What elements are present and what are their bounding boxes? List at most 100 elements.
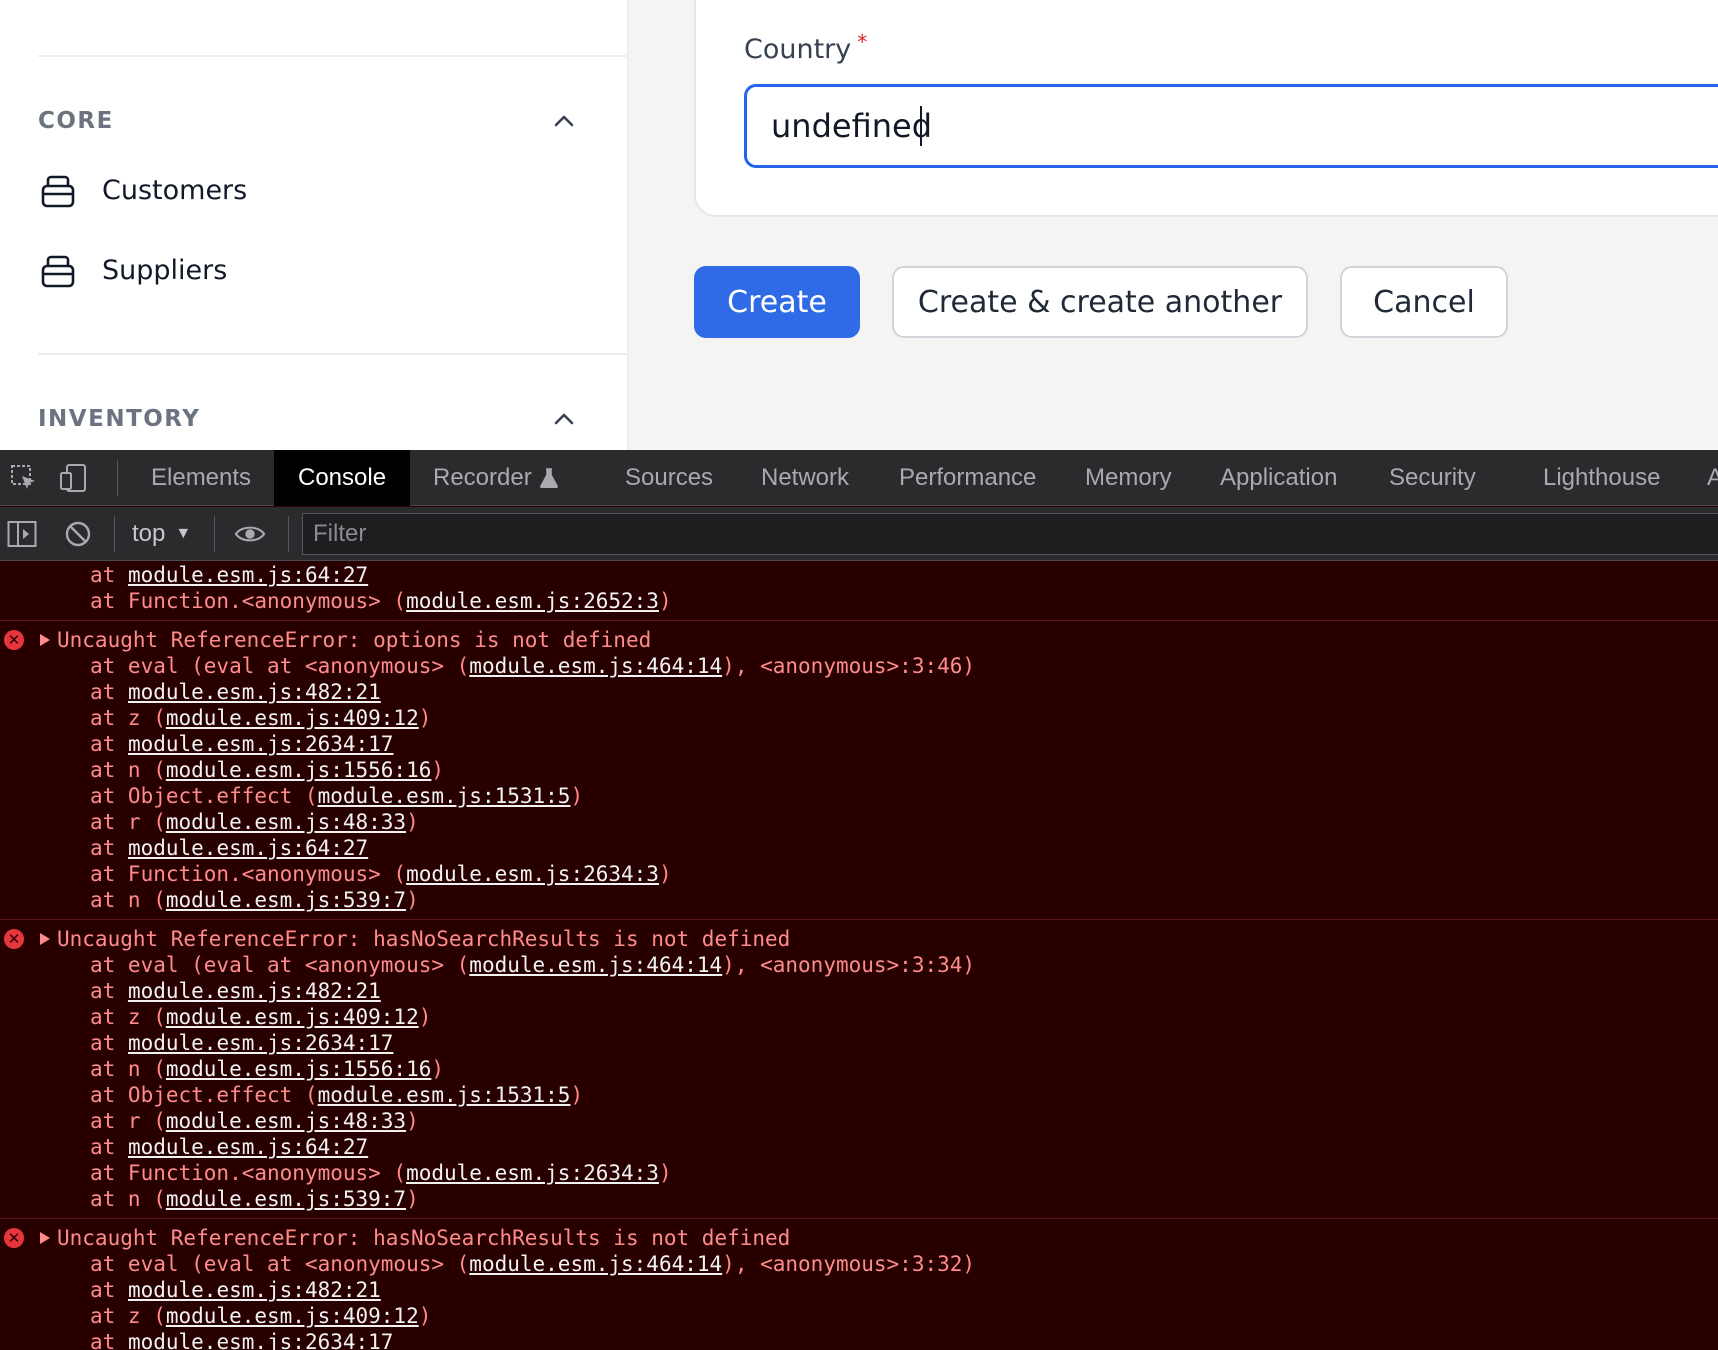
country-input[interactable] [744,84,1718,168]
console-error-entry: ✕ Uncaught ReferenceError: hasNoSearchRes… [0,920,1718,1219]
tab-console[interactable]: Console [274,450,411,506]
cancel-button[interactable]: Cancel [1340,266,1508,338]
stack-frame-text: at [90,836,128,860]
field-label-text: Country [744,34,852,65]
stack-frame: at n (module.esm.js:1556:16) [0,757,1718,783]
source-link[interactable]: module.esm.js:409:12 [166,1005,419,1029]
stack-frame: at module.esm.js:64:27 [0,562,1718,588]
stack-frame: at n (module.esm.js:539:7) [0,887,1718,913]
tab-recorder[interactable]: Recorder [433,450,558,506]
tab-application[interactable]: Application [1220,450,1337,506]
expand-triangle-icon[interactable] [40,1232,50,1244]
source-link[interactable]: module.esm.js:2652:3 [406,589,659,613]
source-link[interactable]: module.esm.js:2634:17 [128,732,394,756]
sidebar-group-core-header[interactable]: CORE [38,101,578,141]
stack-frame-text: ) [658,862,672,886]
stack-frame-text: ) [406,810,419,834]
clear-console-icon[interactable] [62,518,94,550]
tab-network[interactable]: Network [761,450,849,506]
source-link[interactable]: module.esm.js:64:27 [128,1135,368,1159]
stack-frame: at Function.<anonymous> (module.esm.js:2… [0,588,1718,614]
stack-frame-text: at n ( [90,1187,166,1211]
source-link[interactable]: module.esm.js:464:14 [469,953,722,977]
stack-frame-text: at eval (eval at <anonymous> ( [90,654,470,678]
source-link[interactable]: module.esm.js:48:33 [166,1109,406,1133]
source-link[interactable]: module.esm.js:2634:3 [406,862,659,886]
expand-triangle-icon[interactable] [40,634,50,646]
stack-frame-text: ) [418,706,432,730]
sidebar-item-label: Suppliers [102,254,228,286]
source-link[interactable]: module.esm.js:409:12 [166,706,419,730]
stack-frame-text: at Object.effect ( [90,1083,318,1107]
source-link[interactable]: module.esm.js:409:12 [166,1304,419,1328]
source-link[interactable]: module.esm.js:1531:5 [318,1083,571,1107]
stack-frame: at Object.effect (module.esm.js:1531:5) [0,783,1718,809]
source-link[interactable]: module.esm.js:64:27 [128,836,368,860]
source-link[interactable]: module.esm.js:1531:5 [318,784,571,808]
console-output: at module.esm.js:64:27 at Function.<anony… [0,562,1718,1350]
chevron-up-icon[interactable] [550,107,578,135]
error-icon: ✕ [4,1228,24,1248]
source-link[interactable]: module.esm.js:64:27 [128,563,368,587]
error-message[interactable]: Uncaught ReferenceError: options is not … [0,627,1718,653]
source-link[interactable]: module.esm.js:482:21 [128,979,381,1003]
stack-frame-text: at [90,1330,128,1350]
sidebar-group-title: INVENTORY [38,406,201,432]
tab-lighthouse[interactable]: Lighthouse [1543,450,1660,506]
stack-frame-text: ) [406,888,419,912]
error-message[interactable]: Uncaught ReferenceError: hasNoSearchResu… [0,926,1718,952]
sidebar-item-customers[interactable]: Customers [38,162,578,218]
context-selector-value: top [132,520,166,547]
expand-triangle-icon[interactable] [40,933,50,945]
toolbar-divider [114,516,115,552]
source-link[interactable]: module.esm.js:48:33 [166,810,406,834]
source-link[interactable]: module.esm.js:2634:17 [128,1330,394,1350]
sidebar-item-suppliers[interactable]: Suppliers [38,242,578,298]
source-link[interactable]: module.esm.js:539:7 [166,1187,406,1211]
stack-frame-text: at [90,563,128,587]
inspect-element-icon[interactable] [8,462,40,494]
source-link[interactable]: module.esm.js:2634:17 [128,1031,394,1055]
source-link[interactable]: module.esm.js:1556:16 [166,1057,432,1081]
source-link[interactable]: module.esm.js:464:14 [469,654,722,678]
stack-frame: at module.esm.js:482:21 [0,1277,1718,1303]
stack-frame-text: ) [406,1187,419,1211]
stack-frame: at Object.effect (module.esm.js:1531:5) [0,1082,1718,1108]
create-and-create-another-button[interactable]: Create & create another [892,266,1308,338]
stack-frame-text: ) [418,1005,432,1029]
tab-security[interactable]: Security [1389,450,1476,506]
stack-frame-text: at n ( [90,1057,166,1081]
stack-frame-text: at [90,732,128,756]
console-filter-input[interactable] [302,513,1718,555]
sidebar-group-title: CORE [38,108,114,134]
stack-frame-text: ), <anonymous>:3:46) [722,654,976,678]
stack-frame-text: ), <anonymous>:3:34) [722,953,976,977]
stack-frame: at eval (eval at <anonymous> (module.esm… [0,653,1718,679]
console-toolbar: top ▼ [0,507,1718,561]
chevron-up-icon[interactable] [550,405,578,433]
source-link[interactable]: module.esm.js:539:7 [166,888,406,912]
stack-frame-text: at Function.<anonymous> ( [90,862,407,886]
stack-frame: at module.esm.js:2634:17 [0,1030,1718,1056]
tab-memory[interactable]: Memory [1085,450,1172,506]
show-sidebar-icon[interactable] [6,518,38,550]
error-message[interactable]: Uncaught ReferenceError: hasNoSearchResu… [0,1225,1718,1251]
source-link[interactable]: module.esm.js:464:14 [469,1252,722,1276]
tab-performance[interactable]: Performance [899,450,1036,506]
sidebar-item-label: Customers [102,174,248,206]
console-error-entry: ✕ Uncaught ReferenceError: options is not… [0,621,1718,920]
eye-icon[interactable] [234,518,266,550]
context-selector[interactable]: top ▼ [132,517,191,551]
tab-elements[interactable]: Elements [151,450,251,506]
create-button[interactable]: Create [694,266,860,338]
tab-sources[interactable]: Sources [625,450,713,506]
stack-frame-text: at r ( [90,810,166,834]
source-link[interactable]: module.esm.js:482:21 [128,1278,381,1302]
tab-overflow[interactable]: A [1707,450,1718,506]
source-link[interactable]: module.esm.js:2634:3 [406,1161,659,1185]
stack-frame-text: at eval (eval at <anonymous> ( [90,953,470,977]
device-toolbar-icon[interactable] [58,462,90,494]
source-link[interactable]: module.esm.js:482:21 [128,680,381,704]
source-link[interactable]: module.esm.js:1556:16 [166,758,432,782]
sidebar-group-inventory-header[interactable]: INVENTORY [38,399,578,439]
